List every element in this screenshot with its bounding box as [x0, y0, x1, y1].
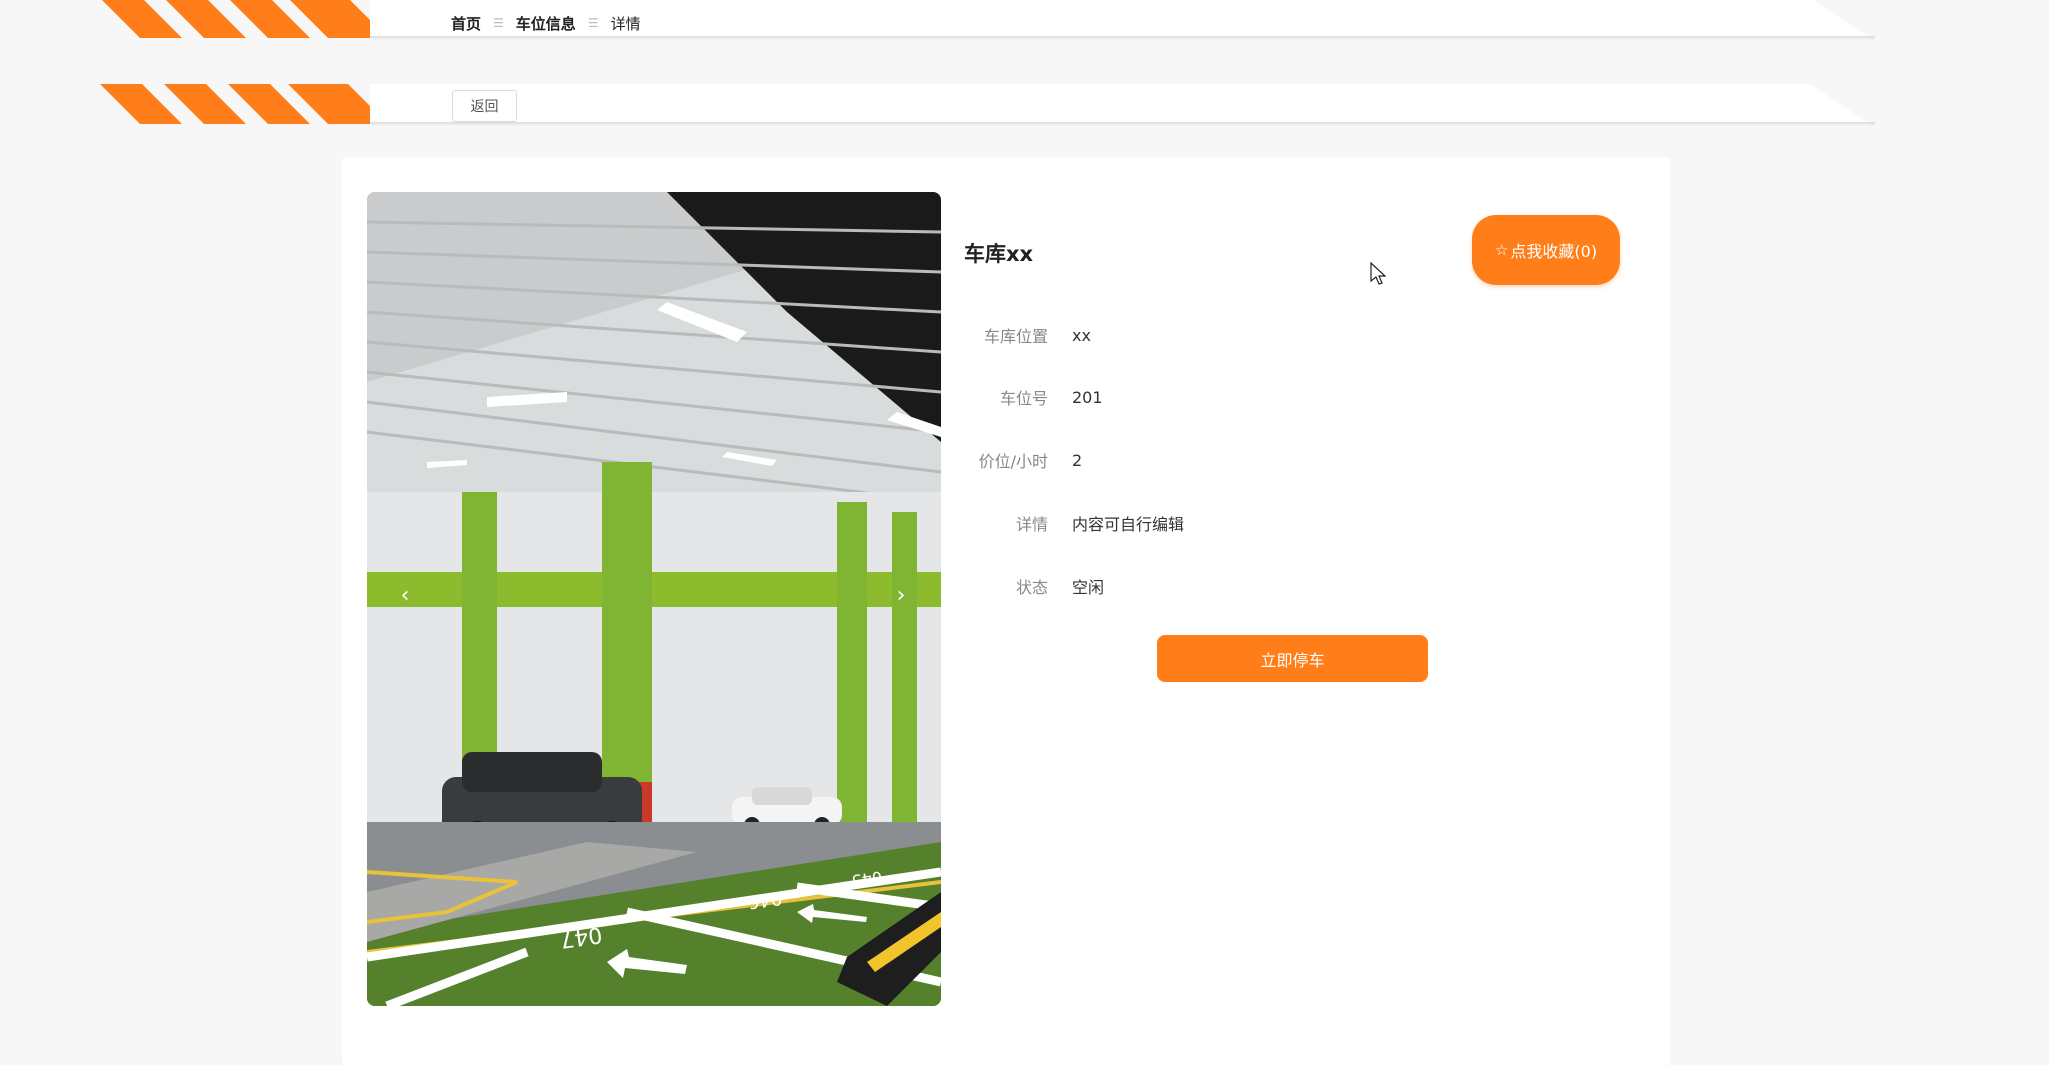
- breadcrumb-home[interactable]: 首页: [451, 13, 481, 34]
- breadcrumb-separator-icon: ☰: [493, 16, 504, 30]
- field-label: 状态: [1015, 578, 1048, 597]
- field-value: 201: [1072, 387, 1103, 407]
- back-button[interactable]: 返回: [452, 90, 517, 122]
- star-outline-icon: ☆: [1494, 241, 1509, 259]
- field-space-number: 车位号 201: [964, 385, 1103, 409]
- field-price-per-hour: 价位/小时 2: [964, 448, 1083, 472]
- field-label: 价位/小时: [978, 452, 1048, 471]
- park-now-button[interactable]: 立即停车: [1157, 635, 1428, 682]
- field-location: 车库位置 xx: [964, 323, 1091, 347]
- field-label: 车位号: [999, 389, 1048, 408]
- carousel-prev-icon[interactable]: ‹: [395, 580, 415, 610]
- field-value: 空闲: [1072, 578, 1105, 597]
- breadcrumb: 首页 ☰ 车位信息 ☰ 详情: [451, 12, 641, 34]
- field-value: 内容可自行编辑: [1072, 515, 1185, 534]
- mouse-cursor-icon: [1370, 262, 1386, 285]
- carousel-next-icon[interactable]: ›: [891, 580, 911, 610]
- decorative-stripes: [100, 84, 390, 124]
- action-banner: [0, 74, 1880, 126]
- parking-garage-image: 047 046 045: [367, 192, 941, 1006]
- field-status: 状态 空闲: [964, 574, 1104, 598]
- favorite-button[interactable]: ☆ 点我收藏(0): [1472, 215, 1620, 285]
- field-label: 详情: [1015, 515, 1048, 534]
- image-carousel[interactable]: 047 046 045: [367, 192, 941, 1006]
- breadcrumb-separator-icon: ☰: [587, 16, 599, 30]
- breadcrumb-section[interactable]: 车位信息: [516, 13, 576, 34]
- garage-title: 车库xx: [964, 242, 1034, 266]
- field-label: 车库位置: [983, 327, 1048, 346]
- decorative-stripes: [100, 0, 390, 38]
- favorite-label: 点我收藏(0): [1510, 242, 1598, 261]
- top-banner: [0, 0, 1880, 40]
- field-details: 详情 内容可自行编辑: [964, 511, 1184, 535]
- breadcrumb-current: 详情: [610, 14, 641, 33]
- field-value: xx: [1072, 325, 1091, 345]
- field-value: 2: [1072, 450, 1083, 470]
